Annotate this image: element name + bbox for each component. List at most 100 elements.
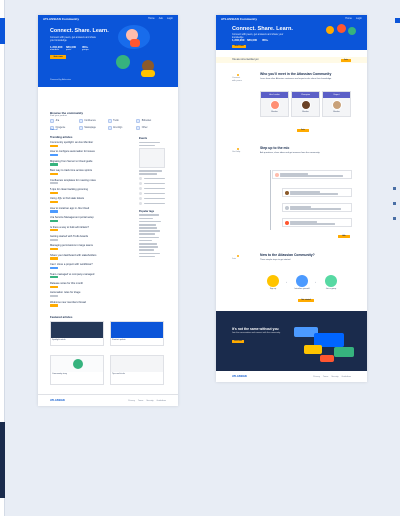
product-tag[interactable] <box>50 294 58 298</box>
featured-card[interactable]: Tips and tricks <box>110 355 164 385</box>
category-confluence[interactable]: Confluence <box>78 119 108 123</box>
featured-card[interactable]: Community story <box>50 355 104 385</box>
product-tag[interactable] <box>50 266 58 270</box>
product-tag[interactable] <box>50 229 58 232</box>
scroll-marker <box>393 217 396 220</box>
product-tag[interactable] <box>50 257 58 260</box>
product-tag[interactable] <box>50 163 58 166</box>
trending-item[interactable]: Best way to track time across sprints <box>50 169 130 176</box>
people-join-button[interactable]: Join <box>297 129 309 133</box>
footer-link[interactable]: Security <box>331 376 338 378</box>
trending-item[interactable]: How to install an app in Jira Cloud <box>50 207 130 213</box>
featured-card[interactable]: Spotlight article <box>50 321 104 346</box>
trending-item[interactable]: Share your dashboard with stakeholders <box>50 254 130 260</box>
notice-join-button[interactable]: Join <box>341 58 351 62</box>
product-tag[interactable] <box>50 172 58 176</box>
footer-link[interactable]: Guidelines <box>157 400 166 402</box>
product-tag[interactable] <box>50 285 58 288</box>
product-tag[interactable] <box>50 304 58 307</box>
product-tag[interactable] <box>50 153 58 157</box>
landing-footer: ATLASSIAN Privacy Terms Security Guideli… <box>216 371 367 382</box>
other-icon <box>136 126 141 130</box>
trending-item[interactable]: How to configure automation for issues <box>50 150 130 157</box>
trending-item[interactable]: Automation rules for triage <box>50 291 130 298</box>
featured-heading: Featured articles <box>50 315 73 319</box>
person-card[interactable]: Ace Leader Member <box>260 91 289 117</box>
product-tag[interactable] <box>50 210 58 213</box>
trending-item[interactable]: Community spotlight: an Ace Member <box>50 141 130 147</box>
trending-item-meta <box>50 304 130 307</box>
trending-item[interactable]: 5 tips for clean backlog grooming <box>50 188 130 194</box>
category-jira-align[interactable]: Jira Align <box>107 126 137 130</box>
trending-item[interactable]: Confluence templates for meeting notes <box>50 179 130 185</box>
person-card[interactable]: Champion Member <box>291 91 320 117</box>
trending-item-meta <box>50 294 130 298</box>
footer: ATLASSIAN Privacy Terms Security Guideli… <box>38 394 178 406</box>
product-tag[interactable] <box>50 182 58 185</box>
get-started-button[interactable]: Get started <box>298 299 314 303</box>
trending-item[interactable]: Managing permissions in large teams <box>50 244 130 251</box>
trending-item[interactable]: Welcome new members thread <box>50 301 130 307</box>
product-tag[interactable] <box>50 276 58 279</box>
category-bitbucket[interactable]: Bitbucket <box>136 119 165 123</box>
category-trello[interactable]: Trello <box>107 119 137 123</box>
product-tag[interactable] <box>50 144 58 147</box>
product-tag[interactable] <box>50 238 58 241</box>
stat-members: 1,240,000 members <box>50 45 63 51</box>
nav-home-link[interactable]: Home <box>148 17 155 20</box>
join-button[interactable]: Join now <box>50 55 66 59</box>
nav-home-link[interactable]: Home <box>345 17 352 20</box>
introduce-illustration: Introduce yourself <box>291 275 313 290</box>
community-home-page: ATLASSIAN Community Home Ask Login Conne… <box>38 15 178 406</box>
event-card[interactable] <box>139 148 165 169</box>
person-card[interactable]: Expert Member <box>322 91 351 117</box>
category-grid: Jira Confluence Trello Bitbucket Opsgeni… <box>50 119 165 130</box>
trending-item[interactable]: Using JQL to find stale tickets <box>50 197 130 204</box>
group-illustration: Join a group <box>320 275 342 290</box>
cta-dark-band: It's not the same without you Join the c… <box>216 311 367 371</box>
product-tag[interactable] <box>50 247 58 251</box>
trending-item[interactable]: Is there a way to bulk edit tickets? <box>50 226 130 232</box>
jira-align-icon <box>107 126 112 130</box>
nav-login-link[interactable]: Login <box>167 17 173 20</box>
hero-subtitle: Connect with peers, get answers and shar… <box>50 36 96 42</box>
trending-item-meta <box>50 238 130 241</box>
nav-ask-link[interactable]: Ask <box>159 17 163 20</box>
events-heading: Events <box>139 137 148 140</box>
site-logo[interactable]: ATLASSIAN Community <box>221 17 257 21</box>
footer-link[interactable]: Privacy <box>313 376 320 378</box>
featured-card[interactable]: Product update <box>110 321 164 346</box>
trending-item[interactable]: Team-managed vs company-managed <box>50 273 130 279</box>
trending-item[interactable]: Can I clone a project with workflows? <box>50 263 130 270</box>
site-logo[interactable]: ATLASSIAN Community <box>43 17 79 21</box>
ask-button[interactable]: Ask <box>338 235 350 239</box>
footer-link[interactable]: Terms <box>323 376 328 378</box>
product-tag[interactable] <box>50 200 58 204</box>
trending-item-meta <box>50 257 130 260</box>
top-nav: ATLASSIAN Community Home Ask Login <box>38 15 178 22</box>
product-tag[interactable] <box>50 219 58 223</box>
speech-bubble-illustration <box>304 345 322 354</box>
chart-bubble-illustration <box>116 55 130 69</box>
category-statuspage[interactable]: Statuspage <box>78 126 108 130</box>
trending-item[interactable]: Release notes for this month <box>50 282 130 288</box>
footer-link[interactable]: Terms <box>138 400 143 402</box>
footer-link[interactable]: Guidelines <box>342 376 351 378</box>
footer-link[interactable]: Security <box>146 400 153 402</box>
landing-join-button[interactable]: Join now <box>232 45 246 49</box>
trending-item-meta <box>50 266 130 270</box>
category-jira[interactable]: Jira <box>50 119 79 123</box>
view-all-link[interactable]: View all <box>50 129 58 131</box>
trending-item[interactable]: Migrating from Server to Cloud guide <box>50 160 130 166</box>
trending-item[interactable]: Getting started with Trello boards <box>50 235 130 241</box>
product-tag[interactable] <box>50 191 58 194</box>
new-heading: New to the Atlassian Community? <box>260 253 315 257</box>
dark-join-button[interactable]: Join now <box>232 340 244 344</box>
trending-item[interactable]: Jira Service Management portal setup <box>50 216 130 223</box>
footer-link[interactable]: Privacy <box>128 400 135 402</box>
trending-item-meta <box>50 182 130 185</box>
community-landing-page: ATLASSIAN Community Home Login Connect. … <box>216 15 367 382</box>
nav-login-link[interactable]: Login <box>356 17 362 20</box>
person-illustration <box>141 70 155 77</box>
category-other[interactable]: Other <box>136 126 165 130</box>
